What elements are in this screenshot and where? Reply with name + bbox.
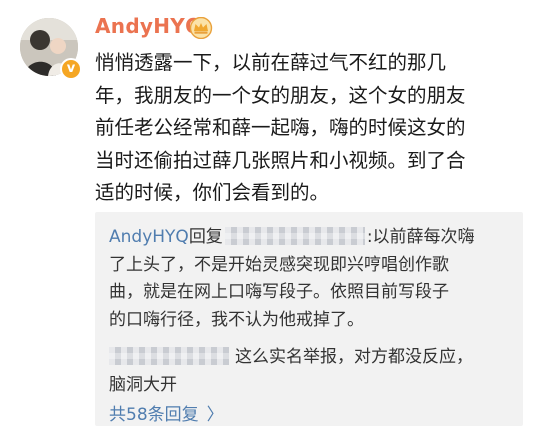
reply-text-line: 的口嗨行径，我不认为他戒掉了。 (109, 309, 364, 330)
post-text-line: 年，我朋友的一个女的朋友，这个女的朋友 (95, 83, 466, 107)
reply-item[interactable]: 这么实名举报，对方都没反应， 脑洞大开 (109, 344, 517, 399)
post-text-line: 悄悄透露一下，以前在薛过气不红的那几 (95, 51, 447, 74)
reply-word: 回复 (188, 227, 223, 247)
more-replies-label: 共58条回复 (109, 405, 199, 425)
reply-section[interactable]: AndyHYQ回复 :以前薛每次嗨 了上头了，不是开始灵感突现即兴哼唱创作歌 曲，… (95, 212, 523, 426)
post-content: 悄悄透露一下，以前在薛过气不红的那几 年，我朋友的一个女的朋友，这个女的朋友 前… (95, 47, 535, 210)
reply-text-line: 了上头了，不是开始灵感突现即兴哼唱创作歌 (109, 254, 449, 275)
crown-icon (189, 17, 213, 39)
username[interactable]: AndyHYQ (95, 14, 202, 38)
reply-text-line: 曲，就是在网上口嗨写段子。依照目前写段子 (109, 282, 449, 302)
post-text-line: 前任老公经常和薛一起嗨，嗨的时候这女的 (95, 116, 466, 139)
weibo-post: v AndyHYQ 悄悄透露一下，以前在薛过气不红的那几 年，我朋友的一个女的朋… (0, 0, 545, 429)
reply-author-link[interactable]: AndyHYQ (109, 227, 189, 247)
post-text-line: 适的时候，你们会看到的。 (95, 181, 330, 204)
redacted-username-mosaic (109, 346, 229, 365)
reply-first-line: AndyHYQ回复 :以前薛每次嗨 (109, 224, 517, 252)
reply-item[interactable]: AndyHYQ回复 :以前薛每次嗨 了上头了，不是开始灵感突现即兴哼唱创作歌 曲，… (109, 224, 517, 334)
reply-text-first: :以前薛每次嗨 (366, 227, 475, 247)
chevron-right-icon: 〉 (206, 405, 224, 425)
verified-badge-icon: v (60, 58, 82, 80)
avatar-container[interactable]: v (20, 18, 82, 80)
redacted-username-mosaic (224, 226, 365, 245)
reply-first-line: 这么实名举报，对方都没反应， (109, 344, 517, 372)
view-more-replies-link[interactable]: 共58条回复〉 (109, 400, 224, 425)
reply-text-line: 脑洞大开 (109, 374, 177, 395)
reply-text-first: 这么实名举报，对方都没反应， (235, 347, 473, 367)
post-text-line: 当时还偷拍过薛几张照片和小视频。到了合 (95, 148, 466, 172)
